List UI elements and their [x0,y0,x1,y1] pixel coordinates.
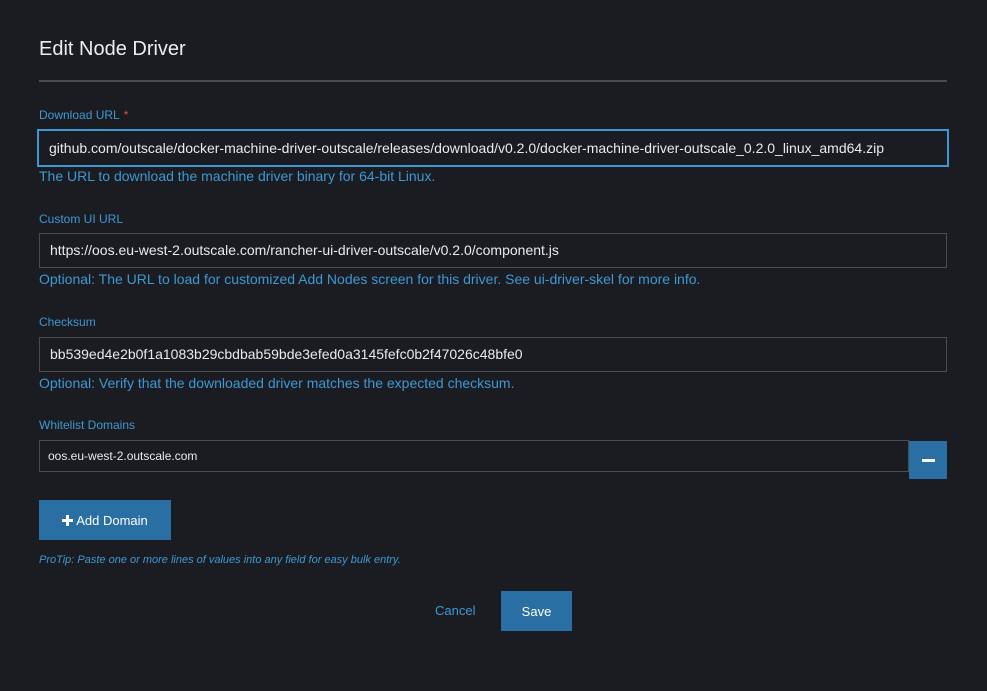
plus-icon [62,514,74,526]
download-url-label: Download URL * [39,108,128,122]
add-domain-button[interactable]: Add Domain [39,500,171,540]
protip-text: ProTip: Paste one or more lines of value… [39,554,401,566]
custom-ui-url-help: Optional: The URL to load for customized… [39,271,701,287]
download-url-label-text: Download URL [39,108,120,122]
whitelist-domain-input[interactable]: oos.eu-west-2.outscale.com [39,440,909,472]
checksum-label: Checksum [39,315,96,329]
download-url-input[interactable]: github.com/outscale/docker-machine-drive… [37,129,949,167]
page-title: Edit Node Driver [39,38,186,60]
save-button[interactable]: Save [501,591,572,631]
custom-ui-url-input[interactable]: https://oos.eu-west-2.outscale.com/ranch… [39,233,947,268]
remove-domain-button[interactable] [909,441,947,479]
checksum-input[interactable]: bb539ed4e2b0f1a1083b29cbdbab59bde3efed0a… [39,337,947,372]
whitelist-domains-label: Whitelist Domains [39,418,136,432]
checksum-help: Optional: Verify that the downloaded dri… [39,375,515,391]
title-divider [39,80,947,82]
required-mark: * [123,108,129,122]
add-domain-label: Add Domain [76,512,148,528]
minus-icon [922,459,935,462]
download-url-help: The URL to download the machine driver b… [39,168,436,184]
custom-ui-url-label: Custom UI URL [39,212,124,226]
cancel-button[interactable]: Cancel [435,603,475,618]
